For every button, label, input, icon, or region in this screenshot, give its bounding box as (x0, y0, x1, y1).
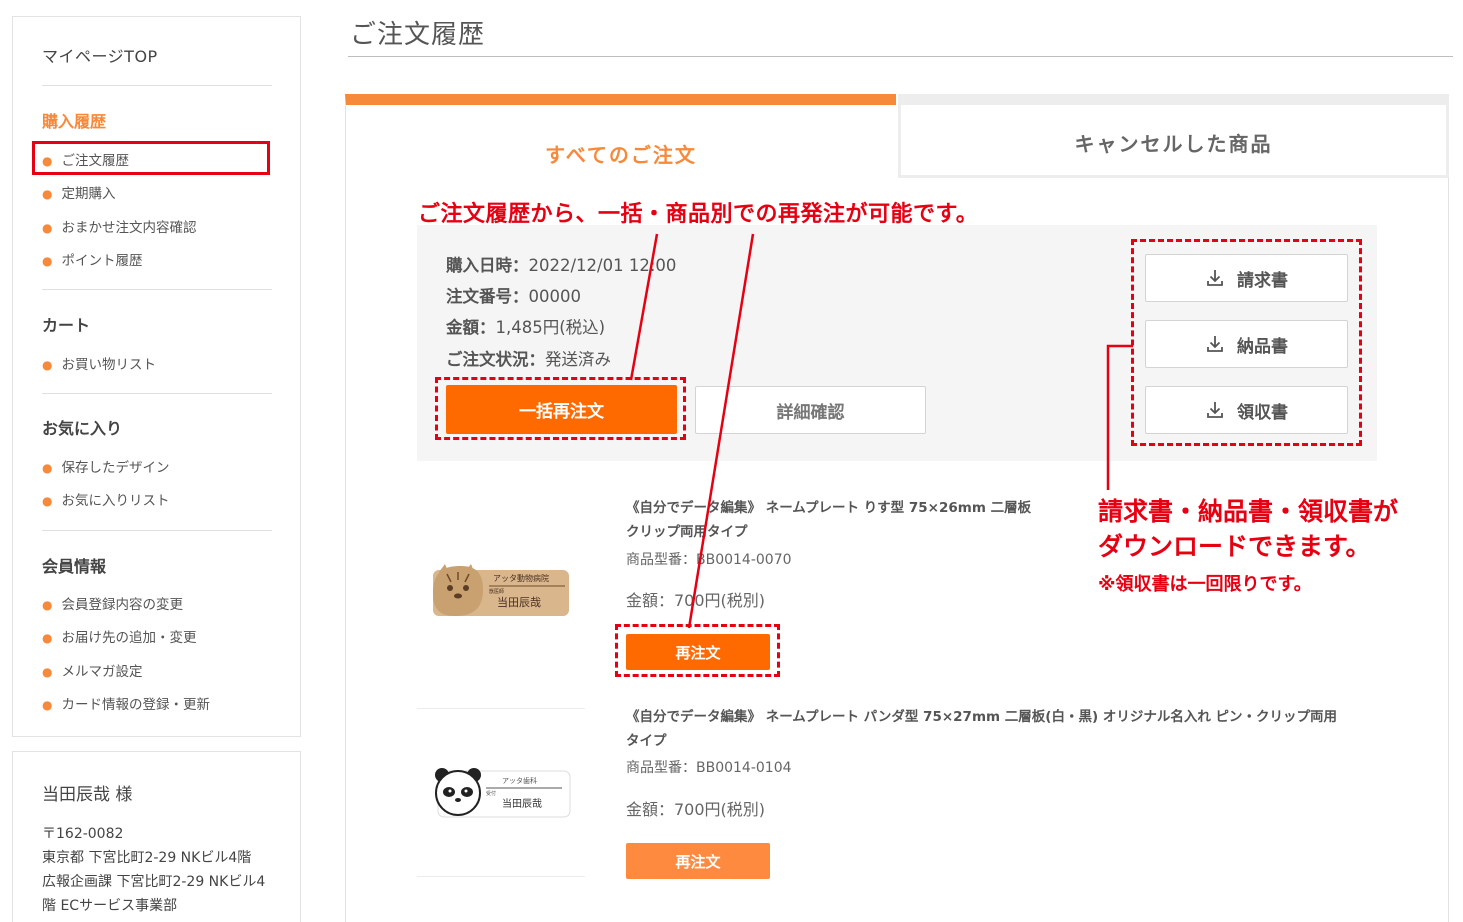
sidebar-item-label: 会員登録内容の変更 (61, 597, 183, 613)
sidebar-heading-purchase-history[interactable]: 購入履歴 (42, 108, 106, 132)
panda-nameplate-image: アッタ歯科 受付 当田辰哉 (435, 768, 571, 818)
sidebar-item-label: お届け先の追加・変更 (61, 630, 197, 646)
sidebar-item-label: おまかせ注文内容確認 (61, 220, 197, 236)
bullet-icon: ● (42, 358, 53, 372)
user-info-box: 当田辰哉 様 〒162-0082 東京都 下宮比町2-29 NKビル4階 広報企… (12, 751, 301, 922)
nameplate-name-text: 当田辰哉 (497, 595, 541, 609)
sidebar-item-card-info[interactable]: ● カード情報の登録・更新 (42, 693, 210, 713)
sidebar-item-label: お買い物リスト (61, 357, 156, 373)
bullet-icon: ● (42, 598, 53, 612)
sidebar-item-label: カード情報の登録・更新 (61, 697, 210, 713)
annotation-box-reorder (615, 624, 780, 677)
bullet-icon: ● (42, 631, 53, 645)
sidebar-item-label: メルマガ設定 (61, 664, 143, 680)
bullet-icon: ● (42, 254, 53, 268)
sidebar-heading-favorites[interactable]: お気に入り (42, 415, 122, 439)
divider (348, 56, 1453, 57)
annotation-download-note: 請求書・納品書・領収書が ダウンロードできます。 (1098, 497, 1399, 561)
bullet-icon: ● (42, 698, 53, 712)
bullet-icon: ● (42, 494, 53, 508)
sidebar-item-saved-designs[interactable]: ● 保存したデザイン (42, 456, 169, 476)
sidebar-item-shopping-list[interactable]: ● お買い物リスト (42, 353, 156, 373)
nameplate-org-text: アッタ歯科 (502, 776, 537, 785)
bullet-icon: ● (42, 665, 53, 679)
nameplate-org-text: アッタ動物病院 (493, 573, 549, 583)
product-name[interactable]: 《自分でデータ編集》 ネームプレート パンダ型 75×27mm 二層板(白・黒)… (626, 705, 1337, 753)
divider (42, 530, 272, 531)
sidebar-item-delivery-address[interactable]: ● お届け先の追加・変更 (42, 626, 196, 646)
user-address: 〒162-0082 東京都 下宮比町2-29 NKビル4階 広報企画課 下宮比町… (42, 826, 266, 914)
annotation-box-documents (1131, 239, 1362, 446)
bullet-icon: ● (42, 221, 53, 235)
sidebar-item-label: ポイント履歴 (61, 253, 143, 269)
tab-label: すべてのご注文 (545, 143, 697, 167)
sidebar-item-label: 定期購入 (61, 186, 116, 202)
tab-cancelled-items[interactable]: キャンセルした商品 (898, 94, 1449, 178)
product-name[interactable]: 《自分でデータ編集》 ネームプレート りす型 75×26mm 二層板 クリップ両用… (626, 496, 1031, 544)
squirrel-nameplate-image: アッタ動物病院 獣医師 当田辰哉 (433, 564, 569, 616)
product-price: 金額：700円(税別) (626, 591, 766, 610)
product-code: 商品型番：BB0014-0104 (626, 760, 792, 776)
annotation-receipt-note: ※領収書は一回限りです。 (1098, 574, 1312, 595)
order-number: 注文番号：00000 (446, 287, 581, 306)
order-date: 購入日時：2022/12/01 12:00 (446, 256, 677, 275)
tab-all-orders[interactable]: すべてのご注文 (345, 94, 896, 178)
divider (42, 85, 272, 86)
divider (42, 289, 272, 290)
product-price: 金額：700円(税別) (626, 800, 766, 819)
order-status: ご注文状況：発送済み (446, 350, 611, 369)
divider (42, 393, 272, 394)
sidebar-item-label: お気に入りリスト (61, 493, 170, 509)
bullet-icon: ● (42, 187, 53, 201)
tab-label: キャンセルした商品 (1074, 132, 1273, 156)
sidebar-item-member-edit[interactable]: ● 会員登録内容の変更 (42, 593, 183, 613)
sidebar-heading-cart[interactable]: カート (42, 312, 90, 336)
annotation-box-bulk (435, 377, 686, 440)
sidebar-item-newsletter[interactable]: ● メルマガ設定 (42, 660, 142, 680)
sidebar-item-omakase-order[interactable]: ● おまかせ注文内容確認 (42, 216, 196, 236)
order-amount: 金額：1,485円(税込) (446, 318, 606, 337)
divider (417, 876, 585, 877)
sidebar-heading-member-info[interactable]: 会員情報 (42, 553, 106, 577)
page-title: ご注文履歴 (350, 20, 486, 50)
sidebar-item-label: 保存したデザイン (61, 460, 170, 476)
highlight-order-history (32, 141, 270, 175)
sidebar-item-point-history[interactable]: ● ポイント履歴 (42, 249, 142, 269)
nameplate-role-text: 受付 (486, 790, 496, 797)
sidebar: マイページTOP 購入履歴 ● ご注文履歴 ● 定期購入 ● おまかせ注文内容確認 ●… (12, 16, 301, 737)
product-code: 商品型番：BB0014-0070 (626, 552, 792, 568)
divider (417, 708, 585, 709)
bullet-icon: ● (42, 461, 53, 475)
annotation-reorder-note: ご注文履歴から、一括・商品別での再発注が可能です。 (418, 202, 979, 227)
nameplate-name-text: 当田辰哉 (502, 797, 542, 810)
user-name: 当田辰哉 様 (42, 785, 133, 805)
sidebar-item-favorite-list[interactable]: ● お気に入りリスト (42, 489, 169, 509)
reorder-button[interactable]: 再注文 (626, 843, 770, 879)
order-detail-button[interactable]: 詳細確認 (695, 386, 926, 434)
nameplate-role-text: 獣医師 (489, 588, 504, 595)
sidebar-mypage-top-link[interactable]: マイページTOP (42, 43, 158, 67)
sidebar-item-subscription[interactable]: ● 定期購入 (42, 182, 115, 202)
